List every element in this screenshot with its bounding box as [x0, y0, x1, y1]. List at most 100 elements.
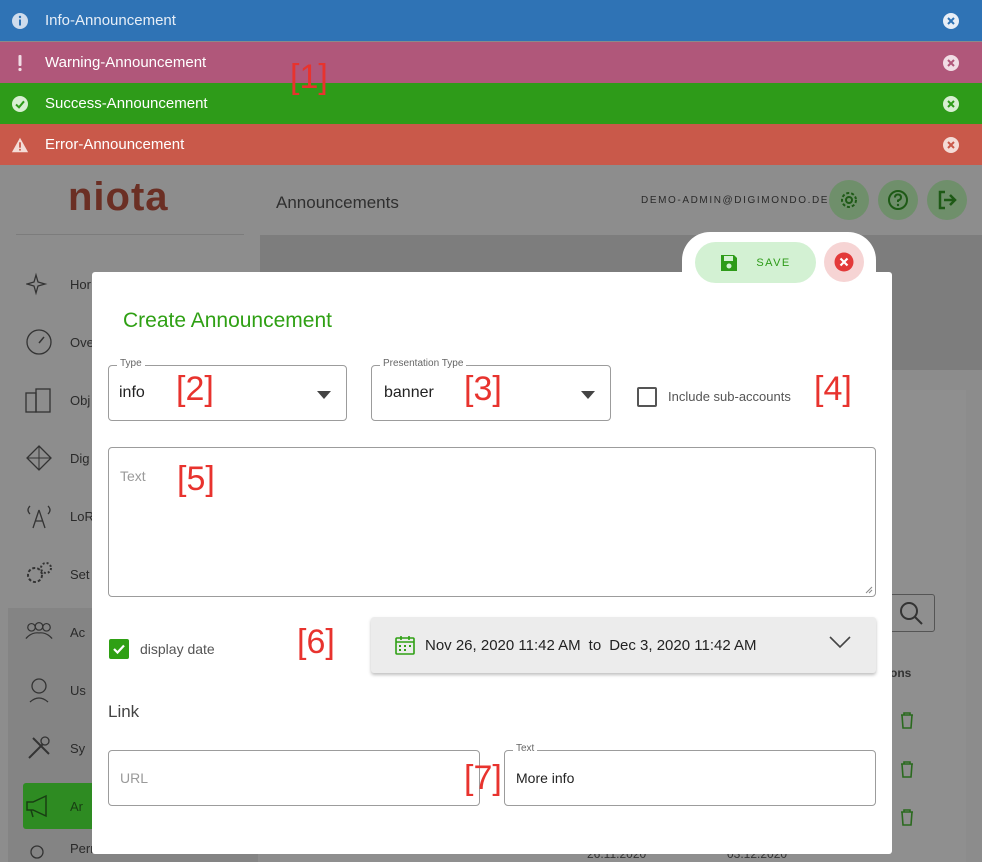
logo: niota: [68, 175, 169, 219]
display-date-checkbox[interactable]: [109, 639, 129, 659]
trash-icon[interactable]: [898, 760, 916, 778]
sidebar-item-home[interactable]: Hor: [24, 264, 91, 304]
url-input[interactable]: URL: [108, 750, 480, 806]
user-icon: [24, 675, 54, 705]
sidebar-item-objects[interactable]: Obj: [24, 380, 90, 420]
trash-icon[interactable]: [898, 711, 916, 729]
dialog-title: Create Announcement: [123, 309, 332, 332]
sidebar-item-label: Ar: [70, 798, 83, 814]
date-to-word: to: [588, 636, 602, 654]
type-select[interactable]: Type info: [108, 358, 347, 421]
checkmark-icon: [113, 644, 125, 655]
trash-icon[interactable]: [898, 808, 916, 826]
link-text-value: More info: [516, 770, 575, 786]
logout-icon: [938, 190, 957, 210]
type-value: info: [119, 384, 145, 401]
sidebar-item-label: Us: [70, 682, 86, 698]
exclamation-icon: [11, 54, 29, 72]
sidebar-item-users[interactable]: Us: [24, 670, 86, 710]
antenna-icon: [24, 501, 54, 531]
close-icon[interactable]: [942, 12, 960, 30]
warning-announcement-bar: Warning-Announcement: [0, 42, 982, 83]
info-announcement-bar: Info-Announcement: [0, 0, 982, 41]
user-key-icon: [24, 841, 54, 862]
gear-icon: [841, 192, 857, 208]
url-placeholder: URL: [120, 770, 149, 786]
megaphone-icon: [24, 791, 54, 821]
users-icon: [24, 617, 54, 647]
calendar-icon: [395, 636, 415, 655]
sidebar-item-label: Ac: [70, 624, 86, 640]
display-date-label: display date: [140, 641, 215, 657]
save-button-label: SAVE: [756, 256, 791, 269]
annotation-marker: [6]: [297, 623, 335, 661]
page-title: Announcements: [276, 193, 399, 212]
sidebar-item-accounts[interactable]: Ac: [24, 612, 85, 652]
logout-button[interactable]: [927, 180, 967, 220]
presentation-type-legend: Presentation Type: [380, 358, 467, 369]
annotation-marker: [3]: [464, 370, 502, 408]
floppy-disk-icon: [721, 254, 738, 271]
text-area[interactable]: Text: [108, 447, 876, 597]
close-dialog-button[interactable]: [824, 242, 864, 282]
annotation-marker: [2]: [176, 370, 214, 408]
link-text-input[interactable]: Text More info: [504, 743, 876, 806]
dropdown-arrow-icon: [581, 391, 595, 399]
gauge-icon: [24, 327, 54, 357]
announcement-label: Warning-Announcement: [45, 54, 207, 71]
help-button[interactable]: [878, 180, 918, 220]
announcement-label: Info-Announcement: [45, 12, 176, 29]
date-to: Dec 3, 2020 11:42 AM: [609, 636, 757, 654]
sidebar-item-digital[interactable]: Dig: [24, 438, 90, 478]
search-icon: [900, 602, 923, 625]
sidebar-item-lora[interactable]: LoR: [24, 496, 94, 536]
save-button[interactable]: SAVE: [695, 242, 816, 283]
table-header-actions: ons: [890, 666, 912, 680]
sidebar-item-settings[interactable]: Set: [24, 554, 90, 594]
chevron-down-icon: [829, 636, 851, 649]
dropdown-arrow-icon: [317, 391, 331, 399]
link-section-title: Link: [108, 702, 140, 721]
divider: [16, 234, 244, 235]
sidebar-item-system[interactable]: Sy: [24, 728, 85, 768]
success-announcement-bar: Success-Announcement: [0, 83, 982, 124]
sidebar-item-announcements[interactable]: Ar: [24, 786, 83, 826]
include-sub-accounts-checkbox[interactable]: [637, 387, 657, 407]
include-sub-accounts-label: Include sub-accounts: [668, 389, 791, 404]
sidebar-item-label: Obj: [70, 392, 91, 408]
diamond-icon: [24, 443, 54, 473]
date-from: Nov 26, 2020 11:42 AM: [425, 636, 581, 654]
search-button[interactable]: [885, 594, 935, 632]
close-icon[interactable]: [942, 136, 960, 154]
sidebar-item-label: LoR: [70, 508, 94, 524]
close-icon[interactable]: [942, 95, 960, 113]
check-circle-icon: [11, 95, 29, 113]
annotation-marker: [4]: [814, 370, 852, 408]
annotation-marker: [5]: [177, 460, 215, 498]
sidebar-item-label: Set: [70, 566, 90, 582]
sidebar-item-overview[interactable]: Ove: [24, 322, 94, 362]
sidebar-item-label: Ove: [70, 334, 94, 350]
link-text-legend: Text: [513, 743, 538, 754]
sidebar-item-label: Hor: [70, 276, 91, 292]
info-icon: [11, 12, 29, 30]
tools-icon: [24, 733, 54, 763]
annotation-marker: [1]: [290, 58, 328, 96]
help-icon: [888, 190, 908, 210]
close-circle-icon: [834, 252, 854, 272]
top-bar: Announcements DEMO-ADMIN@DIGIMONDO.DE: [260, 165, 982, 235]
sidebar-item-label: Sy: [70, 740, 86, 756]
close-icon[interactable]: [942, 54, 960, 72]
type-legend: Type: [117, 358, 145, 369]
annotation-marker: [7]: [464, 759, 502, 797]
date-range-picker[interactable]: Nov 26, 2020 11:42 AM to Dec 3, 2020 11:…: [371, 617, 876, 673]
settings-button[interactable]: [829, 180, 869, 220]
sidebar-item-label: Dig: [70, 450, 90, 466]
presentation-type-value: banner: [384, 384, 434, 401]
resize-handle-icon[interactable]: [865, 586, 873, 594]
text-placeholder: Text: [120, 468, 146, 484]
gears-icon: [24, 559, 54, 589]
announcement-label: Error-Announcement: [45, 136, 185, 153]
warning-triangle-icon: [11, 136, 29, 154]
buildings-icon: [24, 385, 54, 415]
